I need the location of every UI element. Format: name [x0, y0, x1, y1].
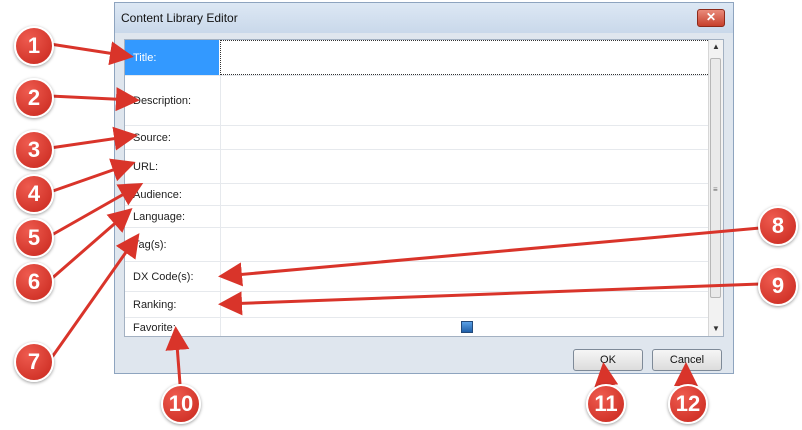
- field-label-source: Source:: [133, 131, 171, 144]
- callout-5: 5: [14, 218, 54, 258]
- window-title: Content Library Editor: [121, 11, 238, 25]
- audience-input[interactable]: [220, 184, 710, 205]
- favorite-checkbox[interactable]: [461, 321, 473, 333]
- dx-codes-input[interactable]: [220, 262, 710, 291]
- callout-7: 7: [14, 342, 54, 382]
- vertical-scrollbar[interactable]: ▲ ≡ ▼: [708, 40, 723, 336]
- callout-10: 10: [161, 384, 201, 424]
- callout-1: 1: [14, 26, 54, 66]
- url-input[interactable]: [220, 150, 710, 183]
- close-button[interactable]: ✕: [697, 9, 725, 27]
- row-favorite[interactable]: Favorite:: [125, 318, 710, 336]
- field-label-audience: Audience:: [133, 188, 182, 201]
- row-ranking[interactable]: Ranking:: [125, 292, 710, 318]
- description-input[interactable]: [220, 76, 710, 125]
- field-label-dx-codes: DX Code(s):: [133, 270, 194, 283]
- field-label-ranking: Ranking:: [133, 298, 177, 311]
- callout-9: 9: [758, 266, 798, 306]
- cancel-button[interactable]: Cancel: [652, 349, 722, 371]
- scroll-grip-icon: ≡: [713, 185, 718, 194]
- field-label-description: Description:: [133, 94, 192, 107]
- callout-12: 12: [668, 384, 708, 424]
- row-language[interactable]: Language:: [125, 206, 710, 228]
- callout-8: 8: [758, 206, 798, 246]
- row-dx-codes[interactable]: DX Code(s):: [125, 262, 710, 292]
- callout-2: 2: [14, 78, 54, 118]
- callout-4: 4: [14, 174, 54, 214]
- row-description[interactable]: Description:: [125, 76, 710, 126]
- tags-input[interactable]: [220, 228, 710, 261]
- field-label-url: URL:: [133, 160, 159, 173]
- scroll-down-icon[interactable]: ▼: [709, 322, 723, 336]
- scroll-up-icon[interactable]: ▲: [709, 40, 723, 54]
- callout-3: 3: [14, 130, 54, 170]
- field-label-language: Language:: [133, 210, 185, 223]
- ok-button[interactable]: OK: [573, 349, 643, 371]
- field-label-favorite: Favorite:: [133, 321, 176, 334]
- callout-11: 11: [586, 384, 626, 424]
- row-title[interactable]: Title:: [125, 40, 710, 76]
- row-source[interactable]: Source:: [125, 126, 710, 150]
- row-tags[interactable]: Tag(s):: [125, 228, 710, 262]
- properties-grid: Title: Description: Source: URL: Audienc…: [124, 39, 724, 337]
- source-input[interactable]: [220, 126, 710, 149]
- close-icon: ✕: [705, 10, 717, 24]
- field-label-title: Title:: [125, 40, 219, 75]
- row-url[interactable]: URL:: [125, 150, 710, 184]
- callout-6: 6: [14, 262, 54, 302]
- content-library-editor-dialog: Content Library Editor ✕ Title: Descript…: [114, 2, 734, 374]
- favorite-value[interactable]: [220, 318, 710, 336]
- scroll-thumb[interactable]: ≡: [710, 58, 721, 298]
- row-audience[interactable]: Audience:: [125, 184, 710, 206]
- ranking-input[interactable]: [220, 292, 710, 317]
- field-label-tags: Tag(s):: [133, 238, 167, 251]
- title-bar: Content Library Editor ✕: [115, 3, 733, 33]
- language-input[interactable]: [220, 206, 710, 227]
- title-input[interactable]: [220, 40, 710, 75]
